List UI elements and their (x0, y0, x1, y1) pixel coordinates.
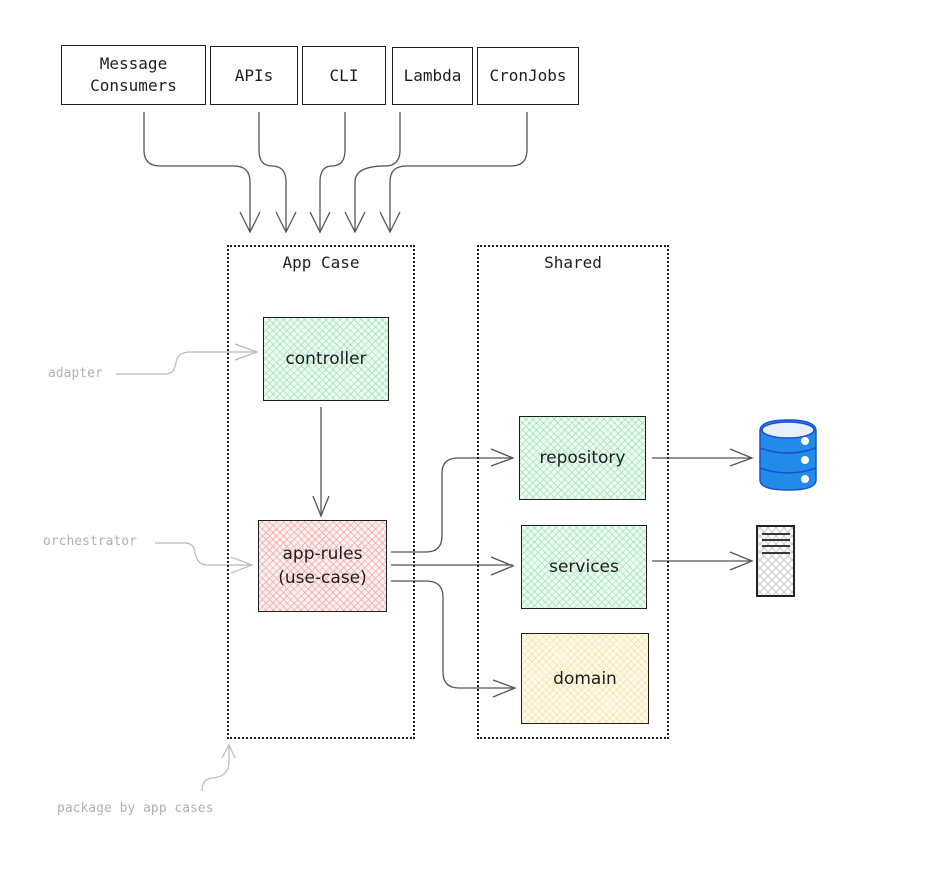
entry-apis[interactable]: APIs (210, 46, 298, 105)
group-app-case-title: App Case (282, 253, 360, 272)
component-controller[interactable]: controller (263, 317, 389, 401)
diagram-connectors (116, 112, 817, 792)
group-shared-title: Shared (544, 253, 602, 272)
entry-cronjobs[interactable]: CronJobs (477, 47, 579, 105)
server-icon (756, 525, 795, 597)
annotation-package: package by app cases (57, 801, 214, 816)
entry-lambda[interactable]: Lambda (392, 47, 473, 105)
database-icon (759, 419, 817, 491)
component-domain[interactable]: domain (521, 633, 649, 724)
component-repository[interactable]: repository (519, 416, 646, 500)
arrow-lambda (354, 112, 401, 232)
arrow-apis (258, 112, 287, 232)
annotation-adapter: adapter (48, 366, 103, 381)
arrow-message-consumers (143, 112, 251, 232)
annotation-orchestrator: orchestrator (43, 534, 137, 549)
component-services[interactable]: services (521, 525, 647, 609)
entry-message-consumers[interactable]: Message Consumers (61, 45, 206, 105)
arrow-cronjobs (389, 112, 528, 232)
arrow-cli (319, 112, 346, 232)
entry-cli[interactable]: CLI (302, 46, 386, 105)
component-app-rules[interactable]: app-rules (use-case) (258, 520, 387, 612)
